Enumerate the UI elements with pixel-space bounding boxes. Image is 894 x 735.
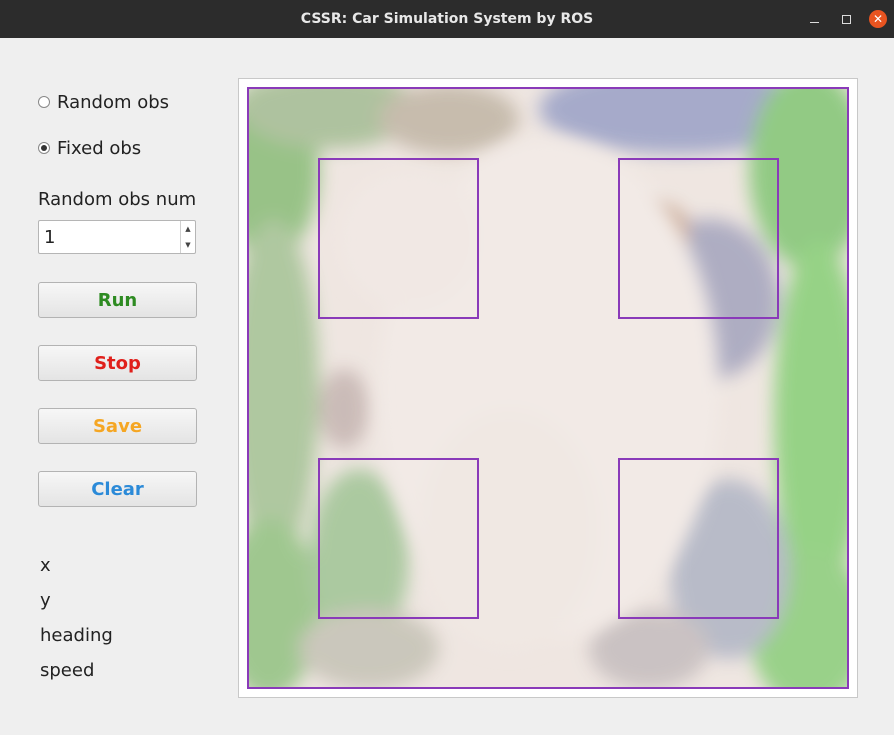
radio-random-obs[interactable]: Random obs bbox=[38, 91, 169, 113]
obstacle-box-top-right bbox=[618, 158, 779, 319]
random-obs-num-spinbox[interactable]: 1 ▲ ▼ bbox=[38, 220, 196, 254]
obstacle-box-bottom-left bbox=[318, 458, 479, 619]
random-obs-num-label: Random obs num bbox=[38, 189, 197, 210]
status-heading-label: heading bbox=[40, 625, 113, 646]
random-obs-num-value[interactable]: 1 bbox=[44, 227, 55, 248]
spin-down-icon[interactable]: ▼ bbox=[181, 237, 195, 253]
minimize-icon[interactable] bbox=[805, 10, 823, 28]
spin-buttons: ▲ ▼ bbox=[180, 221, 195, 253]
spin-up-icon[interactable]: ▲ bbox=[181, 221, 195, 237]
radio-fixed-obs[interactable]: Fixed obs bbox=[38, 137, 141, 159]
obstacle-box-top-left bbox=[318, 158, 479, 319]
radio-indicator-fixed[interactable] bbox=[38, 142, 50, 154]
save-button[interactable]: Save bbox=[38, 408, 197, 444]
radio-random-label: Random obs bbox=[57, 91, 170, 113]
maximize-icon[interactable] bbox=[837, 10, 855, 28]
status-x-label: x bbox=[40, 555, 51, 576]
simulation-map[interactable] bbox=[247, 87, 849, 689]
radio-fixed-label: Fixed obs bbox=[57, 137, 142, 159]
close-icon[interactable]: ✕ bbox=[869, 10, 887, 28]
stop-button[interactable]: Stop bbox=[38, 345, 197, 381]
radio-indicator-random[interactable] bbox=[38, 96, 50, 108]
status-speed-label: speed bbox=[40, 660, 95, 681]
clear-button[interactable]: Clear bbox=[38, 471, 197, 507]
title-bar: CSSR: Car Simulation System by ROS ✕ bbox=[0, 0, 894, 38]
status-y-label: y bbox=[40, 590, 51, 611]
window-title: CSSR: Car Simulation System by ROS bbox=[300, 11, 594, 27]
run-button[interactable]: Run bbox=[38, 282, 197, 318]
obstacle-box-bottom-right bbox=[618, 458, 779, 619]
